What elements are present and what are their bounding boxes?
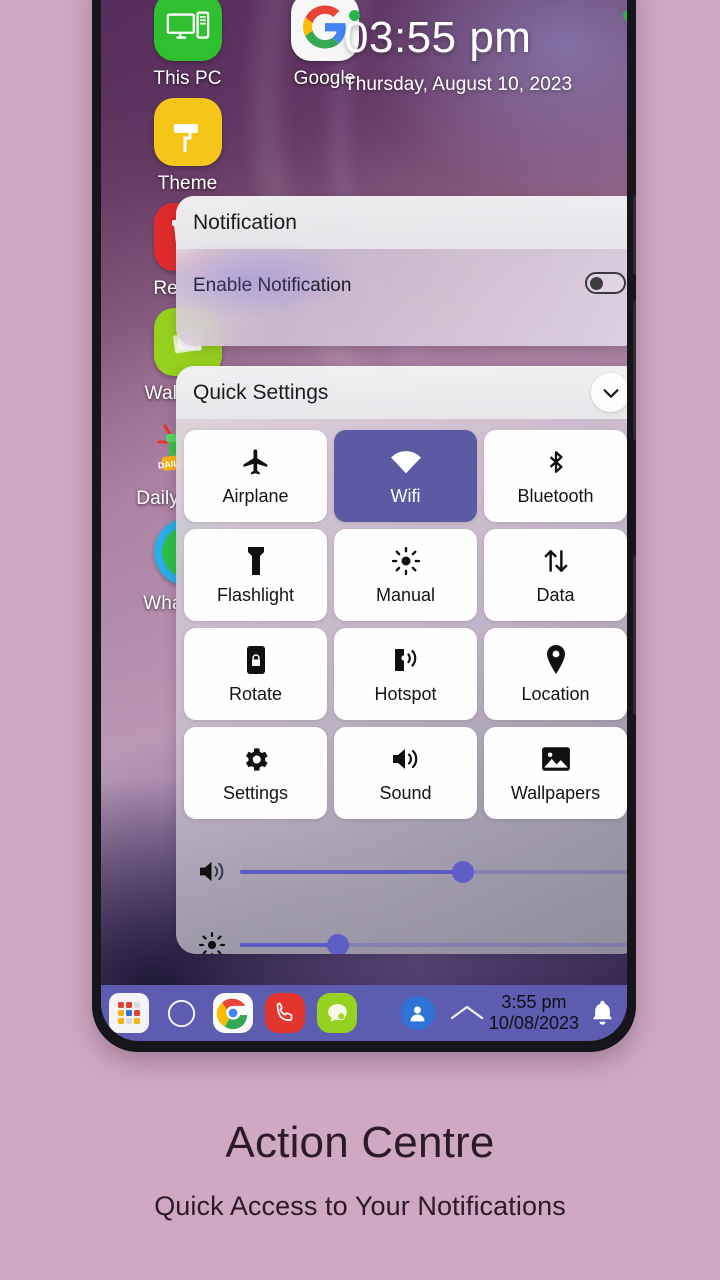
this-pc-icon bbox=[153, 0, 222, 61]
tile-label: Rotate bbox=[228, 684, 283, 704]
tile-rotate[interactable]: Rotate bbox=[184, 628, 327, 720]
volume-slider-row[interactable] bbox=[184, 835, 627, 908]
caption-block: Action Centre Quick Access to Your Notif… bbox=[0, 1118, 720, 1222]
tile-sound[interactable]: Sound bbox=[334, 727, 477, 819]
clock-time: 03:55 pm bbox=[344, 13, 532, 62]
taskbar: 3:55 pm 10/08/2023 bbox=[101, 985, 627, 1041]
app-drawer-icon[interactable] bbox=[109, 993, 149, 1033]
quick-settings-tiles: Airplane Wifi Bluetooth Flashlight Manua… bbox=[176, 419, 627, 819]
tile-label: Sound bbox=[379, 783, 432, 803]
desktop-icon-this-pc[interactable]: This PC bbox=[119, 0, 256, 90]
tile-label: Airplane bbox=[222, 486, 289, 506]
phone-screen: User YouTube bbox=[101, 0, 627, 1041]
toggle-knob bbox=[590, 277, 603, 290]
quick-settings-header: Quick Settings bbox=[176, 366, 627, 419]
enable-notification-label: Enable Notification bbox=[193, 275, 352, 296]
location-pin-icon bbox=[544, 643, 568, 677]
phone-side-button-volume-down[interactable] bbox=[633, 300, 636, 440]
brightness-sun-icon bbox=[391, 544, 421, 578]
image-icon bbox=[541, 742, 571, 776]
gear-icon bbox=[240, 742, 271, 776]
tile-label: Flashlight bbox=[216, 585, 295, 605]
tile-label: Hotspot bbox=[374, 684, 437, 704]
taskbar-time: 3:55 pm bbox=[501, 992, 567, 1013]
page-title: Action Centre bbox=[225, 1118, 495, 1167]
tile-label: Data bbox=[536, 585, 575, 605]
tile-hotspot[interactable]: Hotspot bbox=[334, 628, 477, 720]
brightness-sun-icon bbox=[184, 931, 240, 954]
paint-roller-icon bbox=[153, 98, 222, 166]
tile-label: Manual bbox=[375, 585, 436, 605]
enable-notification-toggle[interactable] bbox=[585, 272, 626, 294]
speaker-icon bbox=[390, 742, 422, 776]
contacts-icon[interactable] bbox=[400, 996, 435, 1030]
tile-location[interactable]: Location bbox=[484, 628, 627, 720]
desktop-icon-label: This PC bbox=[153, 68, 222, 89]
rotate-lock-icon bbox=[246, 643, 266, 677]
chrome-icon[interactable] bbox=[213, 993, 253, 1033]
notification-title: Notification bbox=[193, 210, 297, 234]
quick-settings-title: Quick Settings bbox=[193, 380, 329, 404]
desktop-icon-row: Theme bbox=[101, 98, 627, 203]
page-subtitle: Quick Access to Your Notifications bbox=[154, 1191, 566, 1221]
tile-label: Location bbox=[521, 684, 590, 704]
brightness-slider-track[interactable] bbox=[240, 933, 627, 954]
airplane-icon bbox=[241, 445, 271, 479]
phone-dialer-icon[interactable] bbox=[265, 993, 305, 1033]
speaker-icon bbox=[184, 858, 240, 885]
notification-shade: Notification Enable Notification Quick S… bbox=[176, 196, 627, 954]
messages-icon[interactable] bbox=[317, 993, 357, 1033]
clock-date: Thursday, August 10, 2023 bbox=[344, 74, 573, 95]
data-arrows-icon bbox=[541, 544, 571, 578]
wifi-icon bbox=[389, 445, 423, 479]
bell-icon[interactable] bbox=[585, 993, 619, 1033]
tile-airplane[interactable]: Airplane bbox=[184, 430, 327, 522]
task-view-icon[interactable] bbox=[161, 993, 201, 1033]
brightness-slider-knob[interactable] bbox=[327, 933, 349, 954]
taskbar-date: 10/08/2023 bbox=[488, 1013, 579, 1033]
notification-card-header: Notification bbox=[176, 196, 627, 249]
tile-bluetooth[interactable]: Bluetooth bbox=[484, 430, 627, 522]
phone-side-button-power[interactable] bbox=[633, 555, 636, 715]
notification-card: Notification Enable Notification bbox=[176, 196, 627, 346]
tile-manual-brightness[interactable]: Manual bbox=[334, 529, 477, 621]
quick-settings-sliders bbox=[176, 819, 627, 954]
taskbar-clock[interactable]: 3:55 pm 10/08/2023 bbox=[489, 992, 579, 1033]
brightness-slider-fill bbox=[240, 942, 338, 947]
tile-flashlight[interactable]: Flashlight bbox=[184, 529, 327, 621]
status-dot-icon bbox=[623, 10, 627, 21]
show-hidden-icons-icon[interactable] bbox=[445, 993, 489, 1033]
volume-slider-fill bbox=[240, 869, 464, 874]
hotspot-icon bbox=[391, 643, 421, 677]
tile-wallpapers[interactable]: Wallpapers bbox=[484, 727, 627, 819]
tile-settings[interactable]: Settings bbox=[184, 727, 327, 819]
desktop-icon-theme[interactable]: Theme bbox=[119, 98, 256, 195]
volume-slider-track[interactable] bbox=[240, 860, 627, 883]
flashlight-icon bbox=[245, 544, 267, 578]
volume-slider-knob[interactable] bbox=[452, 860, 475, 883]
chevron-down-icon[interactable] bbox=[591, 373, 627, 412]
desktop-icon-label: Theme bbox=[157, 173, 218, 194]
bluetooth-icon bbox=[543, 445, 569, 479]
brightness-slider-row[interactable] bbox=[184, 908, 627, 954]
tile-data[interactable]: Data bbox=[484, 529, 627, 621]
clock-widget[interactable]: 03:55 pm Thursday, August 10, 2023 bbox=[344, 16, 572, 96]
quick-settings-card: Quick Settings Airplane Wifi Bluetooth F… bbox=[176, 366, 627, 954]
phone-frame: User YouTube bbox=[92, 0, 636, 1052]
tile-label: Wifi bbox=[390, 486, 421, 506]
tile-label: Wallpapers bbox=[510, 783, 601, 803]
phone-side-button-volume-up[interactable] bbox=[633, 195, 636, 275]
enable-notification-row[interactable]: Enable Notification bbox=[176, 249, 627, 297]
tile-label: Bluetooth bbox=[517, 486, 594, 506]
tile-label: Settings bbox=[222, 783, 289, 803]
tile-wifi[interactable]: Wifi bbox=[334, 430, 477, 522]
